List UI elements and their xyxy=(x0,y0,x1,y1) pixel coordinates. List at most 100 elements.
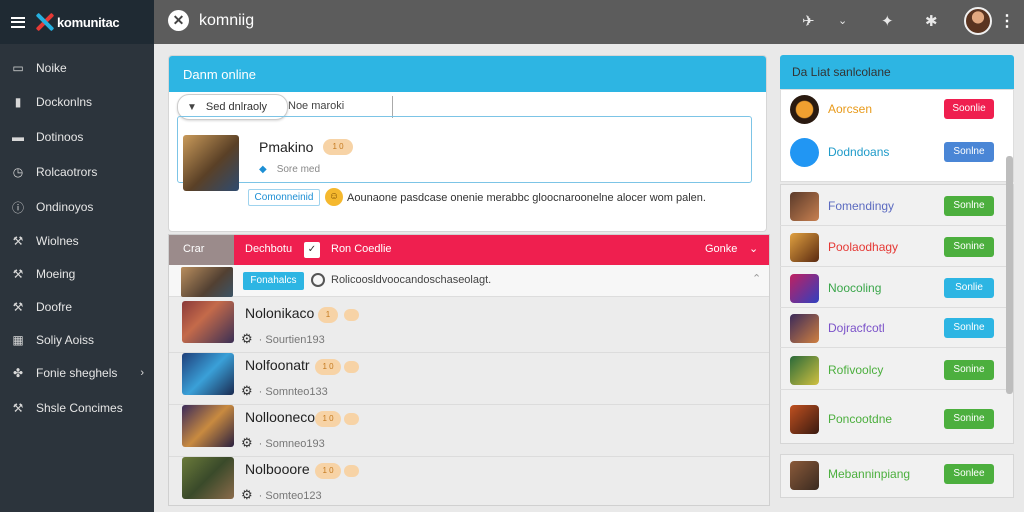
right-list-name: Poolaodhagy xyxy=(828,240,899,254)
right-list-name: Aorcsen xyxy=(828,102,873,116)
post-box[interactable]: Pmakino 1 0 ◆ Sore med xyxy=(177,116,752,191)
hamburger-menu-icon[interactable] xyxy=(11,16,25,28)
app-title: komniig xyxy=(199,12,255,29)
sidebar-item-2[interactable]: ▮ Dockonlns xyxy=(0,87,154,117)
list-subtitle: Ron Coedlie xyxy=(331,243,392,255)
list-item[interactable]: Nolonikaco 1 ⚙ · Sourtien193 xyxy=(169,301,769,353)
sidebar-item-11[interactable]: ⚒ Shsle Concimes xyxy=(0,393,154,423)
post-name: Pmakino xyxy=(259,139,314,155)
sidebar-item-label: Dockonlns xyxy=(36,95,93,109)
wrench-icon: ⚒ xyxy=(12,300,24,314)
post-thumbnail xyxy=(183,135,239,191)
list-item-badge-2 xyxy=(344,309,359,321)
right-list-button[interactable]: Sonlie xyxy=(944,278,994,298)
right-list-avatar xyxy=(790,356,819,385)
chevron-right-icon: › xyxy=(140,367,144,379)
list-item-name: Nollooneco xyxy=(245,409,316,425)
right-list-button[interactable]: Sonlne xyxy=(944,142,994,162)
right-list-item[interactable]: Poolaodhagy Sonine xyxy=(780,227,1006,267)
gear-icon: ⚙ xyxy=(241,487,253,502)
sidebar-item-label: Noike xyxy=(36,61,67,75)
sidebar-item-6[interactable]: ⚒ Wiolnes xyxy=(0,226,154,256)
right-list-item[interactable]: Fomendingy Sonlne xyxy=(780,186,1006,226)
sidebar-item-5[interactable]: ⓘ Ondinoyos xyxy=(0,192,154,222)
sidebar-item-4[interactable]: ◷ Rolcaotrors xyxy=(0,157,154,187)
top-bar: komunitac ✕ komniig ✈ ⌄ ✦ ✱ ⋮ xyxy=(0,0,1024,44)
list-item-meta-text: Somteo123 xyxy=(265,490,322,502)
post-badge: 1 0 xyxy=(323,139,353,155)
right-list-name: Rofivoolcy xyxy=(828,363,884,377)
list-item[interactable]: Nollooneco 1 0 ⚙ · Somneo193 xyxy=(169,405,769,457)
grid-icon: ▦ xyxy=(12,333,24,347)
list-header-left[interactable]: Crar xyxy=(169,235,234,265)
right-list-button[interactable]: Sonine xyxy=(944,409,994,429)
sidebar-item-8[interactable]: ⚒ Doofre xyxy=(0,292,154,322)
divider xyxy=(780,389,1006,390)
list-item-meta: ⚙ · Somneo193 xyxy=(241,435,325,450)
filter-input[interactable]: Noe maroki xyxy=(288,96,393,118)
right-list-avatar xyxy=(790,405,819,434)
right-list-avatar xyxy=(790,314,819,343)
avatar[interactable] xyxy=(964,7,992,35)
gear-icon: ⚙ xyxy=(241,435,253,450)
list-item-badge-2 xyxy=(344,413,359,425)
right-list-button[interactable]: Sonine xyxy=(944,237,994,257)
right-list-name: Noocoling xyxy=(828,281,882,295)
list-item-name: Nolonikaco xyxy=(245,305,315,321)
scrollbar[interactable] xyxy=(1006,156,1013,394)
list-item-badge: 1 0 xyxy=(315,359,341,375)
right-list-item[interactable]: Rofivoolcy Sonine xyxy=(780,350,1006,390)
right-list-item[interactable]: Noocoling Sonlie xyxy=(780,268,1006,308)
app-icon[interactable]: ✕ xyxy=(168,10,189,31)
list-item[interactable]: Nolfoonatr 1 0 ⚙ · Somnteo133 xyxy=(169,353,769,405)
brand-name: komunitac xyxy=(57,14,120,30)
pin-icon[interactable]: ✈ xyxy=(802,12,815,30)
sidebar-item-7[interactable]: ⚒ Moeing xyxy=(0,259,154,289)
filter-icon: ▼ xyxy=(187,101,197,113)
right-list-button[interactable]: Sonlne xyxy=(944,196,994,216)
brand-area: komunitac xyxy=(0,0,154,44)
chevron-up-icon[interactable]: ⌃ xyxy=(752,272,761,285)
right-panel-title: Da Liat sanlcolane xyxy=(792,65,891,79)
right-list-button[interactable]: Sonlne xyxy=(944,318,994,338)
right-list-item[interactable]: Dodndoans Sonlne xyxy=(780,132,1006,172)
right-list-button[interactable]: Sonine xyxy=(944,360,994,380)
circle-icon xyxy=(311,273,325,287)
logo-icon xyxy=(33,11,55,33)
right-list-avatar xyxy=(790,233,819,262)
gear-icon[interactable]: ✱ xyxy=(925,12,938,30)
right-list-item[interactable]: Aorcsen Soonlie xyxy=(780,89,1006,129)
list-checkbox[interactable]: ✓ xyxy=(304,242,320,258)
chevron-down-icon[interactable]: ⌄ xyxy=(749,242,758,255)
filter-label: Sed dnlraoly xyxy=(205,101,268,113)
right-list-item[interactable]: Poncootdne Sonine xyxy=(780,399,1006,439)
wrench-icon: ⚒ xyxy=(12,267,24,281)
right-list-avatar xyxy=(790,95,819,124)
list-item[interactable]: Nolbooore 1 0 ⚙ · Somteo123 xyxy=(169,457,769,509)
right-list-avatar xyxy=(790,192,819,221)
gear-icon: ⚙ xyxy=(241,383,253,398)
right-list-item[interactable]: Dojracfcotl Sonlne xyxy=(780,308,1006,348)
puzzle-icon[interactable]: ✦ xyxy=(881,12,894,30)
list-sort-label[interactable]: Gonke xyxy=(705,243,737,255)
sidebar-item-3[interactable]: ▬ Dotinoos xyxy=(0,122,154,152)
list-header-left-label: Crar xyxy=(183,243,205,255)
right-list-button[interactable]: Sonlee xyxy=(944,464,994,484)
list-item-meta: ⚙ · Somteo123 xyxy=(241,487,322,502)
sidebar-item-label: Ondinoyos xyxy=(36,200,94,214)
chevron-down-icon[interactable]: ⌄ xyxy=(838,14,847,27)
right-list-name: Dodndoans xyxy=(828,145,890,159)
puzzle-icon: ✤ xyxy=(12,366,24,380)
sidebar-item-9[interactable]: ▦ Soliy Aoiss xyxy=(0,325,154,355)
list-sub-row[interactable]: Fonahalcs Rolicoosldvoocandoschaseolagt.… xyxy=(169,265,769,297)
post-tag[interactable]: Comonneinid xyxy=(248,189,320,206)
sidebar-item-10[interactable]: ✤ Fonie sheghels › xyxy=(0,358,154,388)
sidebar-item-label: Soliy Aoiss xyxy=(36,333,95,347)
sidebar-item-1[interactable]: ▭ Noike xyxy=(0,53,154,83)
kebab-icon[interactable]: ⋮ xyxy=(999,11,1015,31)
sub-row-tag[interactable]: Fonahalcs xyxy=(243,272,304,290)
right-list-item[interactable]: Mebanninpiang Sonlee xyxy=(780,456,1006,496)
right-list-avatar xyxy=(790,274,819,303)
right-panel-header: Da Liat sanlcolane xyxy=(780,55,1014,89)
right-list-button[interactable]: Soonlie xyxy=(944,99,994,119)
